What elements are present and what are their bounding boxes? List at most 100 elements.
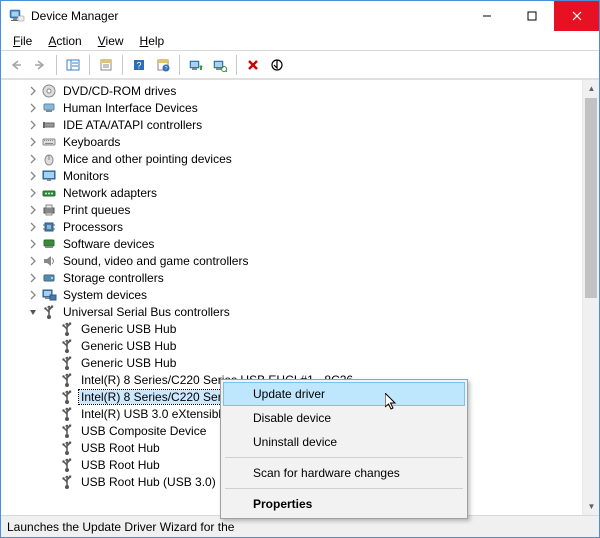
uninstall-toolbar-button[interactable]	[242, 54, 264, 76]
context-separator	[225, 457, 463, 458]
app-icon	[9, 8, 25, 24]
context-scan-hardware[interactable]: Scan for hardware changes	[223, 461, 465, 485]
expander-placeholder	[45, 425, 57, 437]
tree-node[interactable]: System devices	[1, 286, 599, 303]
network-icon	[41, 185, 57, 201]
system-icon	[41, 287, 57, 303]
chevron-right-icon[interactable]	[27, 238, 39, 250]
expander-placeholder	[45, 340, 57, 352]
storage-icon	[41, 270, 57, 286]
tree-node-label: Generic USB Hub	[79, 322, 178, 336]
svg-text:?: ?	[164, 66, 167, 72]
chevron-right-icon[interactable]	[27, 102, 39, 114]
tree-node[interactable]: Human Interface Devices	[1, 99, 599, 116]
chevron-right-icon[interactable]	[27, 170, 39, 182]
tree-node[interactable]: Sound, video and game controllers	[1, 252, 599, 269]
tree-node-label: USB Root Hub (USB 3.0)	[79, 475, 218, 489]
context-uninstall-device[interactable]: Uninstall device	[223, 430, 465, 454]
forward-button[interactable]	[29, 54, 51, 76]
tree-node[interactable]: DVD/CD-ROM drives	[1, 82, 599, 99]
menu-view[interactable]: View	[90, 32, 132, 50]
context-separator	[225, 488, 463, 489]
tree-node[interactable]: Processors	[1, 218, 599, 235]
tree-node-label: Human Interface Devices	[61, 101, 200, 115]
tree-node-label: Universal Serial Bus controllers	[61, 305, 232, 319]
context-disable-device[interactable]: Disable device	[223, 406, 465, 430]
tree-node-label: USB Root Hub	[79, 441, 162, 455]
cpu-icon	[41, 219, 57, 235]
scan-hardware-button[interactable]	[209, 54, 231, 76]
hid-icon	[41, 100, 57, 116]
chevron-right-icon[interactable]	[27, 187, 39, 199]
scrollbar-thumb[interactable]	[585, 98, 597, 298]
tree-node-label: Intel(R) USB 3.0 eXtensible	[79, 407, 230, 421]
back-button[interactable]	[5, 54, 27, 76]
context-properties[interactable]: Properties	[223, 492, 465, 516]
tree-node[interactable]: Monitors	[1, 167, 599, 184]
vertical-scrollbar[interactable]: ▲ ▼	[582, 80, 599, 515]
tree-node[interactable]: Mice and other pointing devices	[1, 150, 599, 167]
usb-icon	[59, 321, 75, 337]
keyboard-icon	[41, 134, 57, 150]
maximize-button[interactable]	[509, 1, 554, 31]
tree-node-label: USB Composite Device	[79, 424, 208, 438]
action-help-button[interactable]: ?	[152, 54, 174, 76]
context-update-driver[interactable]: Update driver	[223, 382, 465, 406]
tree-node-label: Keyboards	[61, 135, 122, 149]
scroll-up-button[interactable]: ▲	[583, 80, 599, 97]
tree-node[interactable]: Keyboards	[1, 133, 599, 150]
tree-node-label: USB Root Hub	[79, 458, 162, 472]
chevron-right-icon[interactable]	[27, 119, 39, 131]
tree-node-label: Software devices	[61, 237, 156, 251]
tree-node-label: Processors	[61, 220, 125, 234]
expander-placeholder	[45, 357, 57, 369]
tree-node[interactable]: Network adapters	[1, 184, 599, 201]
update-driver-toolbar-button[interactable]	[185, 54, 207, 76]
scroll-down-button[interactable]: ▼	[583, 498, 599, 515]
menu-file[interactable]: File	[5, 32, 40, 50]
software-icon	[41, 236, 57, 252]
chevron-down-icon[interactable]	[27, 306, 39, 318]
tree-node[interactable]: Print queues	[1, 201, 599, 218]
tree-node[interactable]: Generic USB Hub	[1, 354, 599, 371]
window-title: Device Manager	[31, 9, 118, 23]
svg-text:?: ?	[136, 60, 141, 70]
close-button[interactable]	[554, 1, 599, 31]
sound-icon	[41, 253, 57, 269]
tree-node-label: DVD/CD-ROM drives	[61, 84, 178, 98]
chevron-right-icon[interactable]	[27, 153, 39, 165]
menu-action[interactable]: Action	[40, 32, 89, 50]
expander-placeholder	[45, 323, 57, 335]
properties-button[interactable]	[95, 54, 117, 76]
chevron-right-icon[interactable]	[27, 289, 39, 301]
chevron-right-icon[interactable]	[27, 272, 39, 284]
tree-node[interactable]: Generic USB Hub	[1, 320, 599, 337]
disable-toolbar-button[interactable]	[266, 54, 288, 76]
chevron-right-icon[interactable]	[27, 136, 39, 148]
chevron-right-icon[interactable]	[27, 204, 39, 216]
chevron-right-icon[interactable]	[27, 221, 39, 233]
chevron-right-icon[interactable]	[27, 255, 39, 267]
monitor-icon	[41, 168, 57, 184]
tree-node[interactable]: Storage controllers	[1, 269, 599, 286]
tree-node[interactable]: Generic USB Hub	[1, 337, 599, 354]
usb-icon	[59, 440, 75, 456]
menu-help[interactable]: Help	[132, 32, 173, 50]
help-button[interactable]: ?	[128, 54, 150, 76]
tree-node-label: Generic USB Hub	[79, 339, 178, 353]
expander-placeholder	[45, 459, 57, 471]
tree-node[interactable]: IDE ATA/ATAPI controllers	[1, 116, 599, 133]
tree-node-label: Storage controllers	[61, 271, 166, 285]
tree-node[interactable]: Software devices	[1, 235, 599, 252]
tree-node[interactable]: Universal Serial Bus controllers	[1, 303, 599, 320]
usb-icon	[59, 389, 75, 405]
usb-icon	[59, 338, 75, 354]
show-hide-console-tree-button[interactable]	[62, 54, 84, 76]
usb-icon	[59, 372, 75, 388]
minimize-button[interactable]	[464, 1, 509, 31]
chevron-right-icon[interactable]	[27, 85, 39, 97]
disc-icon	[41, 83, 57, 99]
tree-node-label: IDE ATA/ATAPI controllers	[61, 118, 204, 132]
context-menu: Update driver Disable device Uninstall d…	[220, 379, 468, 519]
tree-node-label: Print queues	[61, 203, 132, 217]
